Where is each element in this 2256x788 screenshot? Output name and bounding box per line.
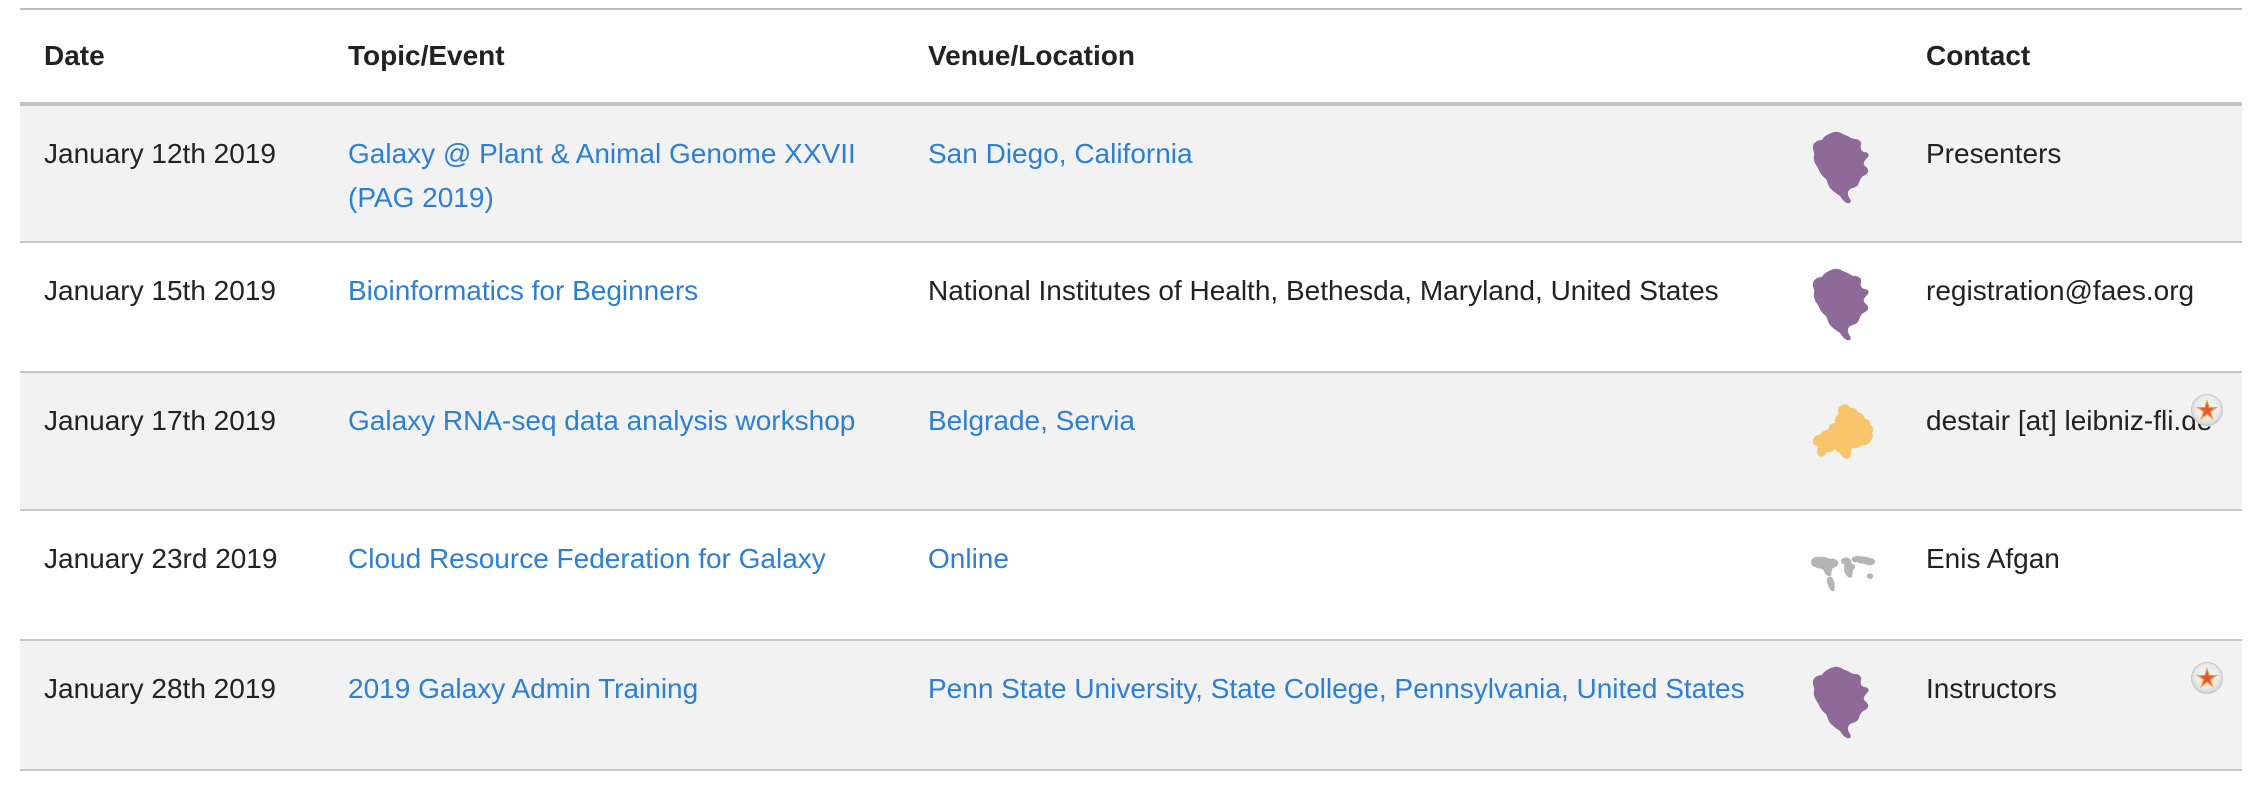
date-cell: January 28th 2019 (20, 640, 324, 771)
venue-cell: San Diego, California (904, 104, 1784, 243)
column-header-contact[interactable]: Contact (1902, 8, 2242, 106)
region-cell (1784, 640, 1902, 771)
date-text: January 12th 2019 (44, 138, 276, 169)
column-header-topic[interactable]: Topic/Event (324, 8, 904, 106)
table-row: January 17th 2019 Galaxy RNA-seq data ana… (20, 372, 2242, 511)
region-cell (1784, 242, 1902, 373)
contact-text: Presenters (1926, 138, 2062, 169)
date-cell: January 15th 2019 (20, 242, 324, 373)
contact-text: registration@faes.org (1926, 275, 2195, 306)
events-table: Date Topic/Event Venue/Location Contact … (20, 8, 2242, 771)
topic-cell: 2019 Galaxy Admin Training (324, 640, 904, 771)
contact-text: Instructors (1926, 673, 2057, 704)
date-cell: January 17th 2019 (20, 372, 324, 511)
region-cell (1784, 372, 1902, 511)
compass-star-badge-icon[interactable] (2190, 393, 2224, 427)
table-header-row: Date Topic/Event Venue/Location Contact (20, 8, 2242, 106)
contact-cell: Instructors (1902, 640, 2242, 771)
topic-cell: Galaxy @ Plant & Animal Genome XXVII (PA… (324, 104, 904, 243)
contact-text: destair [at] leibniz-fli.de (1926, 405, 2213, 436)
venue-cell: Online (904, 510, 1784, 641)
venue-text: National Institutes of Health, Bethesda,… (928, 275, 1719, 306)
table-row: January 23rd 2019 Cloud Resource Federati… (20, 510, 2242, 641)
events-table-container: Date Topic/Event Venue/Location Contact … (20, 8, 2242, 771)
venue-cell: Belgrade, Servia (904, 372, 1784, 511)
region-cell (1784, 510, 1902, 641)
date-cell: January 23rd 2019 (20, 510, 324, 641)
north-america-map-icon (1812, 131, 1869, 204)
table-row: January 28th 2019 2019 Galaxy Admin Train… (20, 640, 2242, 771)
column-header-venue[interactable]: Venue/Location (904, 8, 1784, 106)
venue-link[interactable]: San Diego, California (928, 138, 1193, 169)
topic-link[interactable]: Galaxy RNA-seq data analysis workshop (348, 405, 855, 436)
topic-cell: Galaxy RNA-seq data analysis workshop (324, 372, 904, 511)
column-header-region (1784, 8, 1902, 106)
europe-map-icon (1812, 404, 1874, 459)
region-cell (1784, 104, 1902, 243)
topic-link[interactable]: 2019 Galaxy Admin Training (348, 673, 698, 704)
table-row: January 12th 2019 Galaxy @ Plant & Animal… (20, 104, 2242, 243)
topic-cell: Bioinformatics for Beginners (324, 242, 904, 373)
date-text: January 23rd 2019 (44, 543, 278, 574)
venue-link[interactable]: Online (928, 543, 1009, 574)
date-text: January 17th 2019 (44, 405, 276, 436)
column-header-date[interactable]: Date (20, 8, 324, 106)
contact-cell: destair [at] leibniz-fli.de (1902, 372, 2242, 511)
topic-cell: Cloud Resource Federation for Galaxy (324, 510, 904, 641)
venue-cell: National Institutes of Health, Bethesda,… (904, 242, 1784, 373)
venue-link[interactable]: Belgrade, Servia (928, 405, 1135, 436)
contact-cell: registration@faes.org (1902, 242, 2242, 373)
topic-link[interactable]: Galaxy @ Plant & Animal Genome XXVII (PA… (348, 138, 856, 213)
venue-cell: Penn State University, State College, Pe… (904, 640, 1784, 771)
topic-link[interactable]: Bioinformatics for Beginners (348, 275, 698, 306)
contact-text: Enis Afgan (1926, 543, 2060, 574)
venue-link[interactable]: Penn State University, State College, Pe… (928, 673, 1745, 704)
north-america-map-icon (1812, 666, 1869, 739)
table-row: January 15th 2019 Bioinformatics for Begi… (20, 242, 2242, 373)
north-america-map-icon (1812, 268, 1869, 341)
world-map-icon (1811, 556, 1876, 592)
compass-star-badge-icon[interactable] (2190, 661, 2224, 695)
date-cell: January 12th 2019 (20, 104, 324, 243)
contact-cell: Enis Afgan (1902, 510, 2242, 641)
topic-link[interactable]: Cloud Resource Federation for Galaxy (348, 543, 826, 574)
contact-cell: Presenters (1902, 104, 2242, 243)
date-text: January 28th 2019 (44, 673, 276, 704)
date-text: January 15th 2019 (44, 275, 276, 306)
